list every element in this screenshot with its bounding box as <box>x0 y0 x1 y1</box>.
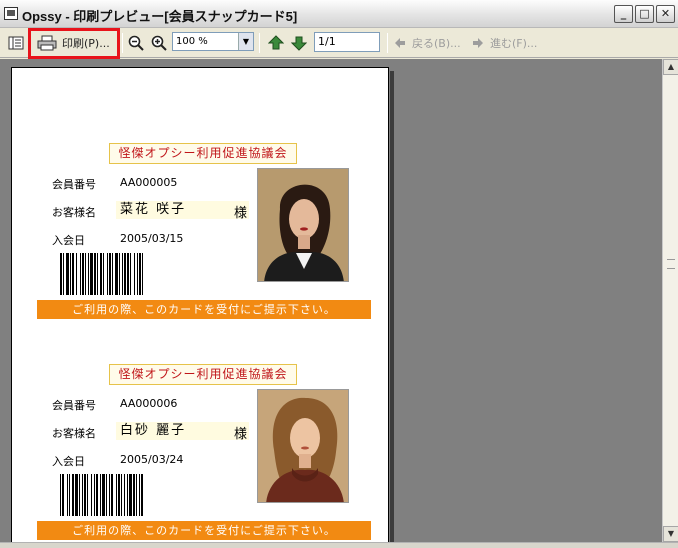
join-date-value: 2005/03/15 <box>120 232 184 245</box>
join-date-value: 2005/03/24 <box>120 453 184 466</box>
zoom-value: 100 % <box>176 36 208 47</box>
member-photo <box>257 168 349 282</box>
zoom-select[interactable]: 100 % ▼ <box>172 32 254 51</box>
card-title: 怪傑オプシー利用促進協議会 <box>109 364 297 385</box>
honorific: 様 <box>234 427 248 442</box>
join-date-label: 入会日 <box>52 455 85 468</box>
barcode <box>60 253 240 295</box>
minimize-button[interactable]: _ <box>614 5 633 23</box>
title-bar: Opssy - 印刷プレビュー[会員スナップカード5] _ □ ✕ <box>0 0 678 28</box>
print-label: 印刷(P)... <box>62 37 110 50</box>
next-page-button[interactable] <box>289 32 309 54</box>
page-up-icon <box>268 35 284 50</box>
member-number-label: 会員番号 <box>52 399 96 412</box>
barcode-bar <box>143 474 145 516</box>
window-title: Opssy - 印刷プレビュー[会員スナップカード5] <box>22 9 298 24</box>
customer-name-label: お客様名 <box>52 206 96 219</box>
scroll-thumb[interactable] <box>667 259 675 269</box>
print-button[interactable]: 印刷(P)... <box>33 32 117 54</box>
close-button[interactable]: ✕ <box>656 5 675 23</box>
preview-page: 怪傑オプシー利用促進協議会 会員番号 AA000005 お客様名 菜花 咲子 様… <box>11 67 389 542</box>
maximize-button[interactable]: □ <box>635 5 654 23</box>
join-date-label: 入会日 <box>52 234 85 247</box>
barcode <box>60 474 240 516</box>
zoom-in-icon <box>151 35 167 51</box>
member-number-value: AA000006 <box>120 397 178 410</box>
separator <box>259 33 260 53</box>
member-card: 怪傑オプシー利用促進協議会 会員番号 AA000005 お客様名 菜花 咲子 様… <box>12 143 390 343</box>
customer-name-label: お客様名 <box>52 427 96 440</box>
separator <box>122 33 123 53</box>
customer-name-value: 菜花 咲子 <box>116 201 249 219</box>
forward-arrow-icon <box>473 38 483 48</box>
previous-page-button[interactable] <box>266 32 286 54</box>
scroll-up-button[interactable]: ▲ <box>663 59 678 75</box>
member-number-label: 会員番号 <box>52 178 96 191</box>
forward-button[interactable]: 進む(F)... <box>472 32 548 54</box>
back-label: 戻る(B)... <box>412 37 461 50</box>
app-icon <box>4 7 18 20</box>
view-toggle-button[interactable] <box>4 32 28 54</box>
page-shadow <box>390 71 394 542</box>
member-number-value: AA000005 <box>120 176 178 189</box>
vertical-scrollbar[interactable]: ▲ ▼ <box>662 59 678 542</box>
page-number-field[interactable]: 1/1 <box>314 32 380 52</box>
back-button[interactable]: 戻る(B)... <box>394 32 466 54</box>
forward-label: 進む(F)... <box>490 37 538 50</box>
notice-strip: ご利用の際、このカードを受付にご提示下さい。 <box>37 521 371 540</box>
member-card: 怪傑オプシー利用促進協議会 会員番号 AA000006 お客様名 白砂 麗子 様… <box>12 364 390 542</box>
printer-icon <box>37 35 57 51</box>
separator <box>387 33 388 53</box>
separator <box>30 33 31 53</box>
notice-strip: ご利用の際、このカードを受付にご提示下さい。 <box>37 300 371 319</box>
view-icon <box>8 36 24 50</box>
zoom-out-icon <box>128 35 144 51</box>
zoom-out-button[interactable] <box>126 32 146 54</box>
scroll-down-button[interactable]: ▼ <box>663 526 678 542</box>
status-bar <box>0 542 678 548</box>
barcode-bar <box>143 253 145 295</box>
zoom-in-button[interactable] <box>149 32 169 54</box>
card-title: 怪傑オプシー利用促進協議会 <box>109 143 297 164</box>
honorific: 様 <box>234 206 248 221</box>
page-down-icon <box>291 36 307 51</box>
preview-area: 怪傑オプシー利用促進協議会 会員番号 AA000005 お客様名 菜花 咲子 様… <box>0 59 662 542</box>
member-photo <box>257 389 349 503</box>
customer-name-value: 白砂 麗子 <box>116 422 249 440</box>
back-arrow-icon <box>395 38 405 48</box>
chevron-down-icon[interactable]: ▼ <box>238 33 253 50</box>
